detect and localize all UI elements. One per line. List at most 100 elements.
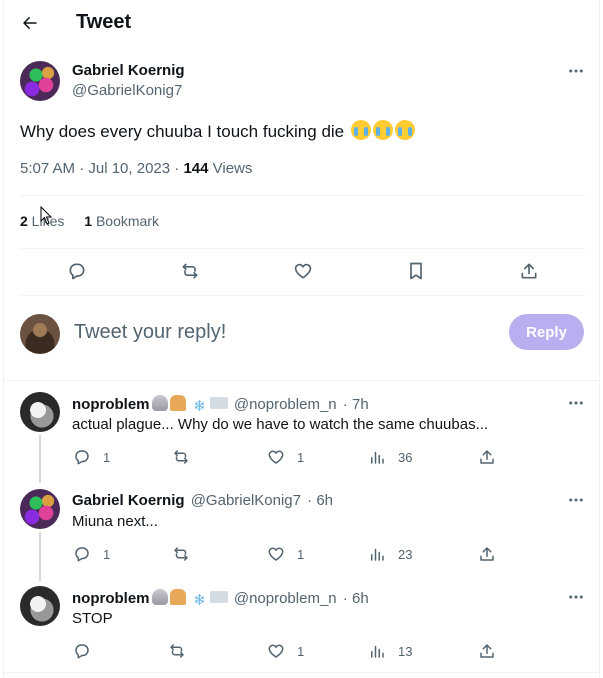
bread-emoji bbox=[169, 395, 186, 411]
retweet-button[interactable] bbox=[172, 545, 190, 563]
divider bbox=[4, 672, 599, 673]
bookmark-button[interactable] bbox=[406, 256, 426, 286]
share-icon bbox=[478, 448, 496, 466]
retweet-icon bbox=[172, 448, 190, 466]
heart-icon bbox=[267, 545, 285, 563]
reply-time[interactable]: · 7h bbox=[339, 396, 369, 413]
views-label: Views bbox=[208, 160, 253, 177]
more-button[interactable] bbox=[564, 587, 588, 607]
retweet-button[interactable] bbox=[172, 448, 190, 466]
like-button[interactable]: 1 bbox=[267, 448, 304, 466]
envelope-emoji bbox=[209, 397, 228, 409]
bookmarks-label: Bookmark bbox=[92, 213, 159, 229]
retweet-icon bbox=[168, 642, 186, 660]
reply-button[interactable] bbox=[73, 642, 103, 660]
bunny-emoji bbox=[151, 589, 168, 605]
avatar[interactable] bbox=[20, 489, 60, 529]
reply-count: 1 bbox=[103, 449, 111, 465]
more-horizontal-icon bbox=[567, 588, 585, 606]
views-count: 23 bbox=[398, 546, 413, 562]
views-button[interactable]: 36 bbox=[368, 448, 412, 466]
reply-author-handle[interactable]: @noproblem_n bbox=[234, 396, 337, 413]
arrow-left-icon bbox=[21, 14, 39, 32]
heart-icon bbox=[293, 261, 313, 281]
bread-emoji bbox=[169, 589, 186, 605]
heart-icon bbox=[267, 642, 285, 660]
reply-author-name[interactable]: noproblem bbox=[72, 396, 150, 413]
bookmark-icon bbox=[406, 261, 426, 281]
avatar[interactable] bbox=[20, 586, 60, 626]
reply-submit-button[interactable]: Reply bbox=[509, 314, 584, 350]
more-button[interactable] bbox=[564, 490, 588, 510]
reply-author-name[interactable]: noproblem bbox=[72, 590, 150, 607]
share-button[interactable] bbox=[478, 448, 496, 466]
tweet-text: Why does every chuuba I touch fucking di… bbox=[20, 120, 415, 142]
back-button[interactable] bbox=[18, 11, 42, 35]
reply-button[interactable]: 1 bbox=[73, 545, 110, 563]
reply-button[interactable] bbox=[67, 256, 87, 286]
bunny-emoji bbox=[151, 395, 168, 411]
views-count: 36 bbox=[398, 449, 413, 465]
retweet-icon bbox=[172, 545, 190, 563]
reply-header: noproblem ❄ @noproblem_n · 6h bbox=[72, 589, 369, 609]
author-name[interactable]: Gabriel Koernig bbox=[72, 62, 185, 79]
my-avatar[interactable] bbox=[20, 314, 60, 354]
like-button[interactable]: 1 bbox=[267, 545, 304, 563]
bookmarks-count: 1 bbox=[84, 213, 93, 229]
snowflake-emoji: ❄ bbox=[193, 398, 206, 415]
divider bbox=[20, 195, 586, 196]
tweet-timestamp[interactable]: 5:07 AM · Jul 10, 2023 · bbox=[20, 160, 183, 177]
thread-line bbox=[39, 435, 41, 483]
share-button[interactable] bbox=[478, 545, 496, 563]
divider bbox=[4, 380, 599, 381]
views-button[interactable]: 13 bbox=[368, 642, 412, 660]
reply-author-name[interactable]: Gabriel Koernig bbox=[72, 492, 185, 509]
like-button[interactable]: 1 bbox=[267, 642, 304, 660]
share-icon bbox=[478, 545, 496, 563]
more-horizontal-icon bbox=[567, 394, 585, 412]
avatar[interactable] bbox=[20, 392, 60, 432]
tweet-body: Why does every chuuba I touch fucking di… bbox=[20, 122, 345, 141]
envelope-emoji bbox=[209, 591, 228, 603]
reply-header: Gabriel Koernig @GabrielKonig7 · 6h bbox=[72, 492, 333, 509]
more-button[interactable] bbox=[564, 61, 588, 81]
reply-text: actual plague... Why do we have to watch… bbox=[72, 416, 489, 433]
loudly-crying-face-emoji bbox=[394, 120, 415, 140]
reply-bubble-icon bbox=[73, 545, 91, 563]
share-button[interactable] bbox=[478, 642, 496, 660]
share-icon bbox=[478, 642, 496, 660]
share-button[interactable] bbox=[519, 256, 539, 286]
retweet-button[interactable] bbox=[168, 642, 186, 660]
tweet-meta: 5:07 AM · Jul 10, 2023 · 144 Views bbox=[20, 160, 252, 177]
reply-header: noproblem ❄ @noproblem_n · 7h bbox=[72, 395, 369, 415]
reply-time[interactable]: · 6h bbox=[339, 590, 369, 607]
like-count: 1 bbox=[297, 449, 305, 465]
like-count: 1 bbox=[297, 643, 305, 659]
author-handle[interactable]: @GabrielKonig7 bbox=[72, 82, 182, 99]
reply-input[interactable] bbox=[74, 318, 434, 346]
divider bbox=[20, 295, 586, 296]
avatar[interactable] bbox=[20, 61, 60, 101]
thread-line bbox=[39, 532, 41, 581]
reply-button[interactable]: 1 bbox=[73, 448, 110, 466]
loudly-crying-face-emoji bbox=[350, 120, 371, 140]
views-button[interactable]: 23 bbox=[368, 545, 412, 563]
tweet-actions bbox=[20, 256, 586, 286]
page-title: Tweet bbox=[76, 11, 132, 33]
more-horizontal-icon bbox=[567, 491, 585, 509]
analytics-icon bbox=[368, 642, 386, 660]
more-horizontal-icon bbox=[567, 62, 585, 80]
likes-count: 2 bbox=[20, 213, 28, 229]
reply-author-handle[interactable]: @GabrielKonig7 bbox=[191, 492, 301, 509]
reply-time[interactable]: · 6h bbox=[303, 492, 333, 509]
reply-author-handle[interactable]: @noproblem_n bbox=[234, 590, 337, 607]
bookmarks-stat[interactable]: 1 Bookmark bbox=[84, 213, 159, 229]
more-button[interactable] bbox=[564, 393, 588, 413]
retweet-button[interactable] bbox=[180, 256, 200, 286]
reply-text: Miuna next... bbox=[72, 513, 158, 530]
reply-bubble-icon bbox=[73, 448, 91, 466]
like-button[interactable] bbox=[293, 256, 313, 286]
retweet-icon bbox=[180, 261, 200, 281]
like-count: 1 bbox=[297, 546, 305, 562]
reply-bubble-icon bbox=[73, 642, 91, 660]
